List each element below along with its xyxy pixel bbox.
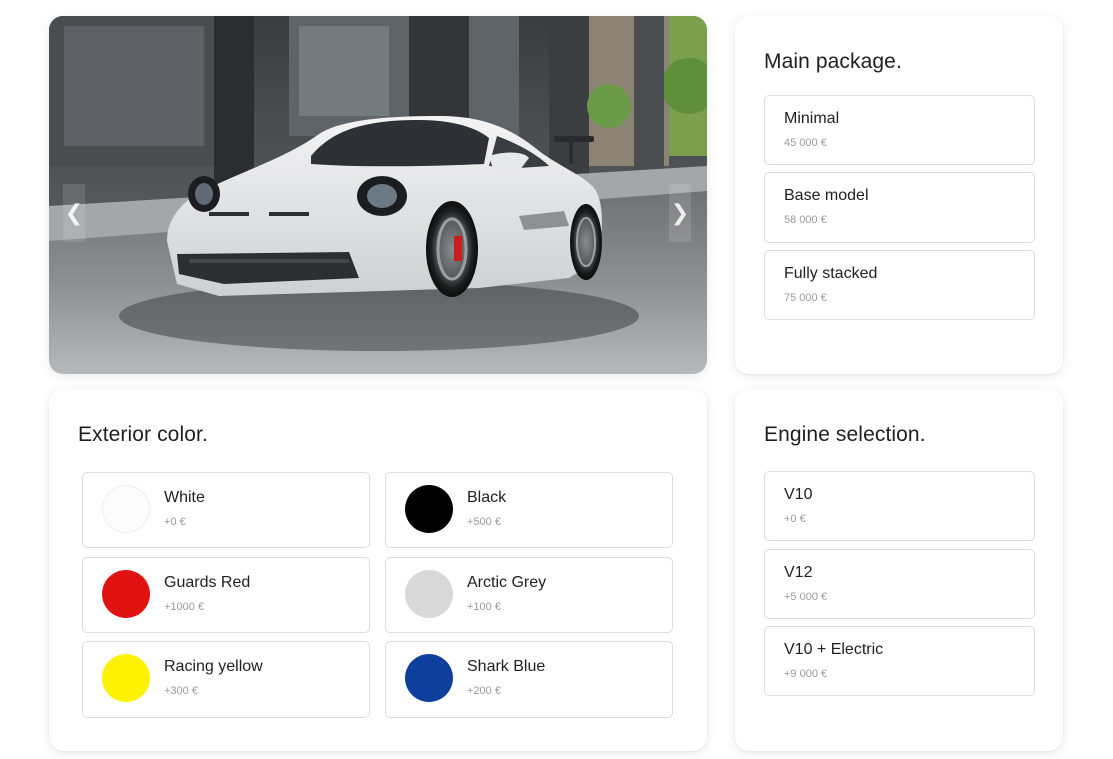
option-name: V10 + Electric	[784, 641, 884, 658]
option-name: Racing yellow	[164, 658, 263, 675]
color-swatch-white	[102, 485, 150, 533]
option-name: V10	[784, 486, 813, 503]
main-package-title: Main package.	[764, 50, 902, 73]
engine-selection-card: Engine selection. V10 +0 € V12 +5 000 € …	[735, 389, 1063, 751]
option-price: +300 €	[164, 685, 198, 697]
option-price: +200 €	[467, 685, 501, 697]
option-price: +0 €	[784, 513, 806, 525]
option-name: Minimal	[784, 110, 840, 127]
package-option-minimal[interactable]: Minimal 45 000 €	[764, 95, 1035, 165]
option-name: Fully stacked	[784, 265, 878, 282]
carousel-next-arrow[interactable]: ❯	[669, 184, 691, 242]
exterior-color-title: Exterior color.	[78, 423, 208, 446]
option-price: +1000 €	[164, 601, 205, 613]
engine-selection-title: Engine selection.	[764, 423, 926, 446]
option-price: +100 €	[467, 601, 501, 613]
option-price: 58 000 €	[784, 214, 827, 226]
option-name: Shark Blue	[467, 658, 546, 675]
car-photo	[49, 16, 707, 374]
option-name: Base model	[784, 187, 869, 204]
carousel-prev-arrow[interactable]: ❮	[63, 184, 85, 242]
color-swatch-racing-yellow	[102, 654, 150, 702]
color-option-arctic-grey[interactable]: Arctic Grey +100 €	[385, 557, 673, 633]
color-swatch-shark-blue	[405, 654, 453, 702]
main-package-card: Main package. Minimal 45 000 € Base mode…	[735, 16, 1063, 374]
car-image-carousel: ❮ ❯	[49, 16, 707, 374]
option-name: V12	[784, 564, 813, 581]
option-name: Black	[467, 489, 507, 506]
color-option-white[interactable]: White +0 €	[82, 472, 370, 548]
color-option-guards-red[interactable]: Guards Red +1000 €	[82, 557, 370, 633]
option-price: +500 €	[467, 516, 501, 528]
color-swatch-guards-red	[102, 570, 150, 618]
option-name: Arctic Grey	[467, 574, 547, 591]
option-name: White	[164, 489, 205, 506]
color-swatch-black	[405, 485, 453, 533]
option-price: +9 000 €	[784, 668, 828, 680]
option-price: 75 000 €	[784, 292, 827, 304]
color-option-racing-yellow[interactable]: Racing yellow +300 €	[82, 641, 370, 718]
option-price: +0 €	[164, 516, 186, 528]
package-option-fully-stacked[interactable]: Fully stacked 75 000 €	[764, 250, 1035, 320]
option-name: Guards Red	[164, 574, 251, 591]
color-swatch-arctic-grey	[405, 570, 453, 618]
engine-option-v10[interactable]: V10 +0 €	[764, 471, 1035, 541]
engine-option-v10-electric[interactable]: V10 + Electric +9 000 €	[764, 626, 1035, 696]
color-option-shark-blue[interactable]: Shark Blue +200 €	[385, 641, 673, 718]
exterior-color-card: Exterior color. White +0 € Black +500 € …	[49, 389, 707, 751]
package-option-base-model[interactable]: Base model 58 000 €	[764, 172, 1035, 243]
option-price: 45 000 €	[784, 137, 827, 149]
option-price: +5 000 €	[784, 591, 828, 603]
color-option-black[interactable]: Black +500 €	[385, 472, 673, 548]
engine-option-v12[interactable]: V12 +5 000 €	[764, 549, 1035, 619]
